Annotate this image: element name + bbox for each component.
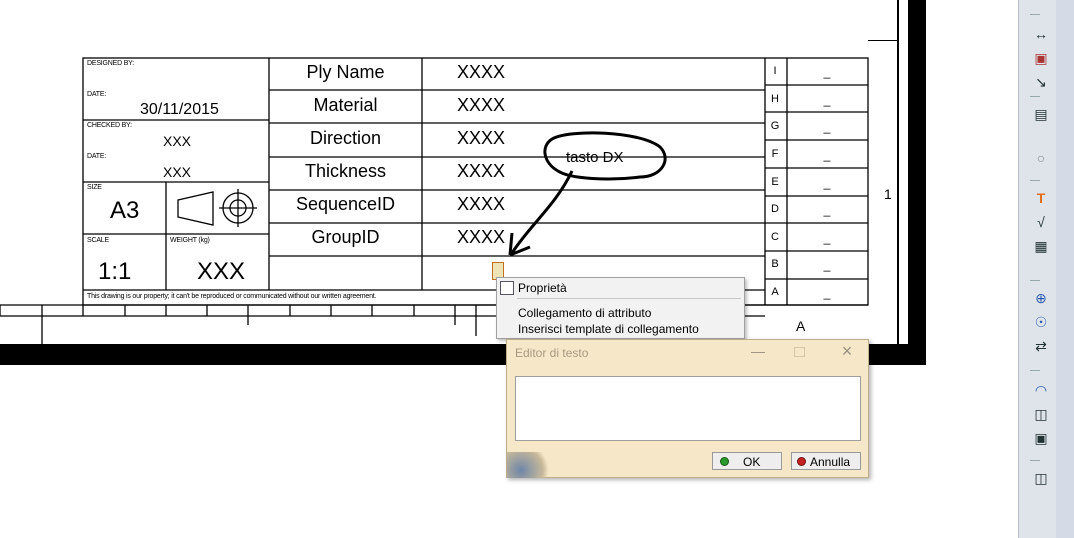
row-label-groupid: GroupID (311, 227, 380, 247)
date-value-2: XXX (163, 164, 192, 180)
rev-letter-b: B (771, 258, 779, 270)
thread-icon[interactable]: ☉ (1030, 312, 1052, 332)
rev-value-g: _ (823, 120, 831, 134)
ok-icon (720, 457, 729, 466)
date-label-1: DATE: (87, 91, 107, 98)
rev-letter-i: I (773, 65, 777, 77)
rev-value-h: _ (823, 93, 831, 107)
datum-feature-icon[interactable]: ▣ (1030, 48, 1052, 68)
menu-item-inserisci-template[interactable]: Inserisci template di collegamento (518, 322, 699, 336)
cutting-plane-icon[interactable]: ↘ (1030, 72, 1052, 92)
context-menu: Proprietà Collegamento di attributo Inse… (496, 277, 745, 339)
rev-letter-e: E (771, 176, 779, 188)
toolbar-scroll-strip[interactable] (1056, 0, 1074, 538)
rev-letter-f: F (771, 148, 779, 160)
rev-value-d: _ (823, 203, 831, 217)
annotation-bubble (508, 131, 667, 257)
menu-separator (517, 298, 741, 299)
rev-value-i: _ (823, 65, 831, 79)
row-label-thickness: Thickness (304, 161, 387, 181)
scale-label: SCALE (87, 237, 109, 244)
row-label-sequenceid: SequenceID (295, 194, 396, 214)
size-label: SIZE (87, 184, 102, 191)
menu-item-proprieta[interactable]: Proprietà (518, 281, 567, 295)
text-editor-input[interactable] (515, 376, 861, 441)
dialog-logo (507, 452, 553, 478)
sheet-shadow-right (908, 0, 926, 365)
rev-value-c: _ (823, 231, 831, 245)
row-label-material: Material (313, 95, 378, 115)
ok-label: OK (743, 455, 761, 469)
rev-letter-g: G (770, 120, 780, 132)
rev-letter-a: A (771, 286, 779, 298)
minimize-button[interactable]: — (750, 344, 766, 360)
rev-letter-c: C (771, 231, 779, 243)
symbol-icon[interactable]: √ (1030, 212, 1052, 232)
center-line-icon[interactable]: ⊕ (1030, 288, 1052, 308)
date-value: 30/11/2015 (140, 101, 219, 118)
scale-value: 1:1 (98, 258, 132, 285)
annotation-text: tasto DX (566, 149, 624, 166)
rev-value-b: _ (823, 258, 831, 272)
balloon-icon[interactable]: ○ (1030, 148, 1052, 168)
ok-button[interactable]: OK (712, 452, 782, 470)
close-button[interactable]: × (838, 342, 856, 360)
cancel-icon (797, 457, 806, 466)
arc-icon[interactable]: ◠ (1030, 380, 1052, 400)
dialog-title: Editor di testo (515, 346, 589, 360)
menu-item-collegamento-attributo[interactable]: Collegamento di attributo (518, 306, 651, 320)
maximize-button[interactable] (794, 347, 805, 357)
weight-label: WEIGHT (kg) (170, 237, 210, 244)
axis-icon[interactable]: ⇄ (1030, 336, 1052, 356)
size-value: A3 (110, 197, 140, 224)
mirror-icon[interactable]: ◫ (1030, 404, 1052, 424)
text-editor-dialog: Editor di testo — × OK Annulla (506, 339, 869, 478)
checked-by-value: XXX (163, 133, 192, 149)
rev-value-e: _ (823, 176, 831, 190)
view-frame-icon[interactable]: ▣ (1030, 428, 1052, 448)
text-frame-icon[interactable]: ▤ (1030, 104, 1052, 124)
text-icon[interactable]: T (1030, 188, 1052, 208)
row-label-ply-name: Ply Name (306, 62, 385, 82)
cancel-button[interactable]: Annulla (791, 452, 861, 470)
row-value-ply-name: XXXX (456, 62, 506, 82)
positioning-icon[interactable]: ◫ (1030, 468, 1052, 488)
dimension-icon[interactable]: ↔ (1030, 24, 1052, 44)
rev-value-a: _ (823, 286, 831, 300)
rev-letter-d: D (771, 203, 779, 215)
cancel-label: Annulla (810, 455, 851, 469)
checked-by-label: CHECKED BY: (87, 122, 132, 129)
date-label-2: DATE: (87, 153, 107, 160)
zone-letter: A (796, 318, 806, 334)
rev-value-f: _ (823, 148, 831, 162)
rev-letter-h: H (771, 93, 779, 105)
weight-value: XXX (197, 258, 246, 285)
table-icon[interactable]: ▦ (1030, 236, 1052, 256)
row-label-direction: Direction (309, 128, 382, 148)
properties-icon (500, 281, 514, 295)
toolbar-icons: ↔ ▣ ↘ ▤ ○ T √ ▦ ⊕ ☉ ⇄ ◠ ◫ ▣ ◫ (1022, 0, 1052, 538)
row-value-material: XXXX (456, 95, 506, 115)
zone-number: 1 (884, 186, 892, 202)
designed-by-label: DESIGNED BY: (87, 60, 135, 67)
disclaimer-text: This drawing is our property; it can't b… (87, 293, 377, 300)
